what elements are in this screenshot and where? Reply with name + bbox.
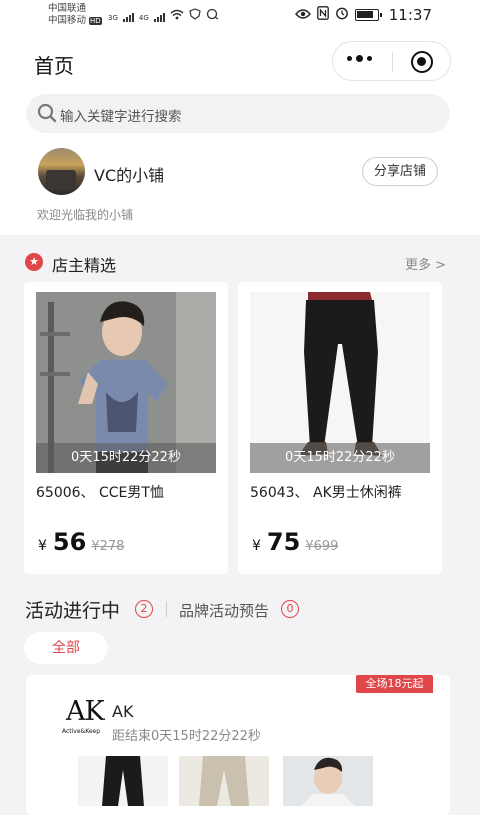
brand-product-thumb[interactable] bbox=[283, 756, 373, 806]
product-card[interactable]: 0天15时22分22秒 65006、 CCE男T恤 ¥ 56 ¥278 bbox=[24, 282, 228, 574]
mini-program-capsule bbox=[332, 41, 451, 81]
status-bar: 中国联通 中国移动 HD 3G 4G 11:37 bbox=[0, 0, 480, 32]
activities-title[interactable]: 活动进行中 bbox=[25, 596, 120, 623]
wifi-icon bbox=[170, 9, 184, 22]
capsule-divider bbox=[392, 52, 393, 72]
signal-group: 3G 4G bbox=[108, 8, 220, 22]
shield-icon bbox=[189, 8, 201, 22]
star-badge-icon: ★ bbox=[25, 253, 43, 271]
cloud-icon bbox=[206, 8, 220, 22]
brand-countdown: 距结束0天15时22分22秒 bbox=[112, 729, 261, 744]
currency-symbol: ¥ bbox=[252, 538, 261, 554]
brand-name: AK bbox=[112, 702, 134, 721]
price-value: 75 bbox=[266, 528, 301, 556]
preview-count-badge: 0 bbox=[281, 600, 299, 618]
brand-preview-title[interactable]: 品牌活动预告 bbox=[179, 600, 269, 621]
promo-ribbon: 全场18元起 bbox=[356, 675, 433, 693]
signal-icon-2 bbox=[153, 13, 165, 22]
countdown-banner: 0天15时22分22秒 bbox=[250, 443, 430, 473]
original-price: ¥278 bbox=[91, 539, 125, 554]
product-name: 56043、 AK男士休闲裤 bbox=[250, 485, 402, 501]
original-price: ¥699 bbox=[305, 539, 339, 554]
shop-name: VC的小铺 bbox=[94, 166, 165, 185]
clock: 11:37 bbox=[388, 6, 432, 24]
product-card[interactable]: 0天15时22分22秒 56043、 AK男士休闲裤 ¥ 75 ¥699 bbox=[238, 282, 442, 574]
product-image[interactable]: 0天15时22分22秒 bbox=[36, 292, 216, 473]
carrier-2: 中国移动 bbox=[48, 15, 87, 26]
page-title: 首页 bbox=[34, 54, 74, 78]
product-name: 65006、 CCE男T恤 bbox=[36, 485, 164, 501]
more-link[interactable]: 更多 > bbox=[405, 254, 446, 273]
search-icon bbox=[37, 103, 57, 123]
shop-avatar[interactable] bbox=[38, 148, 85, 195]
tab-all[interactable]: 全部 bbox=[24, 632, 108, 664]
nfc-icon bbox=[316, 6, 329, 24]
product-price: ¥ 75 ¥699 bbox=[252, 528, 338, 556]
network-type-2: 4G bbox=[138, 14, 149, 22]
search-placeholder: 输入关键字进行搜索 bbox=[60, 109, 182, 125]
share-shop-button[interactable]: 分享店铺 bbox=[362, 157, 438, 186]
carrier-1: 中国联通 bbox=[48, 3, 87, 14]
brand-logo-sub: Active&Keep bbox=[61, 728, 101, 735]
search-bar[interactable]: 输入关键字进行搜索 bbox=[26, 94, 450, 133]
countdown-banner: 0天15时22分22秒 bbox=[36, 443, 216, 473]
activities-count-badge: 2 bbox=[135, 600, 153, 618]
network-type-1: 3G bbox=[108, 14, 118, 22]
status-right: 11:37 bbox=[294, 6, 432, 24]
carrier-info: 中国联通 中国移动 HD bbox=[48, 3, 102, 27]
price-value: 56 bbox=[52, 528, 87, 556]
currency-symbol: ¥ bbox=[38, 538, 47, 554]
battery-icon bbox=[354, 9, 382, 21]
brand-logo: AK Active&Keep bbox=[58, 696, 105, 742]
brand-product-thumb[interactable] bbox=[179, 756, 269, 806]
shop-welcome: 欢迎光临我的小铺 bbox=[37, 208, 134, 222]
target-circle-icon[interactable] bbox=[411, 51, 433, 73]
divider bbox=[166, 601, 167, 617]
alarm-icon bbox=[335, 6, 349, 24]
brand-logo-text: AK bbox=[66, 696, 105, 727]
product-price: ¥ 56 ¥278 bbox=[38, 528, 124, 556]
product-image[interactable]: 0天15时22分22秒 bbox=[250, 292, 430, 473]
eye-icon bbox=[294, 6, 311, 24]
signal-icon bbox=[122, 13, 134, 22]
brand-product-thumb[interactable] bbox=[78, 756, 168, 806]
more-dots-icon[interactable] bbox=[347, 55, 372, 62]
featured-title: 店主精选 bbox=[52, 256, 117, 275]
hd-badge: HD bbox=[89, 17, 102, 25]
